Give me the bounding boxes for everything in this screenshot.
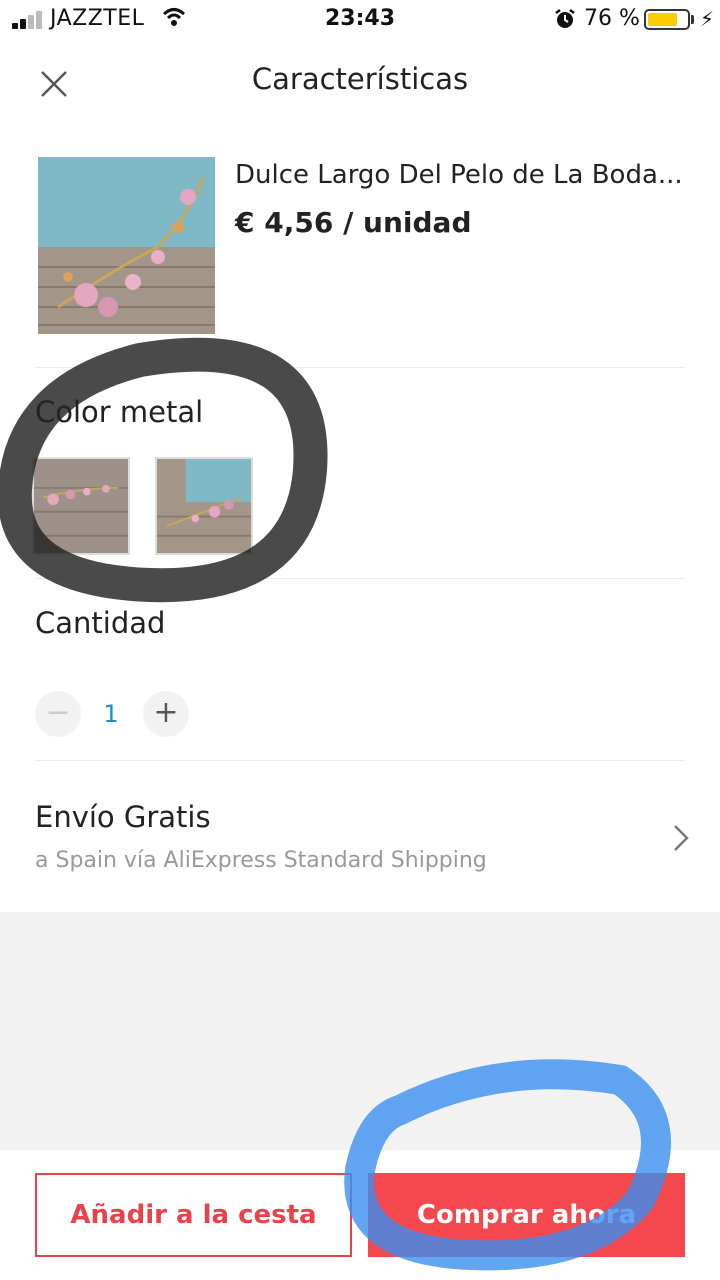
alarm-icon: [554, 8, 576, 36]
divider: [35, 578, 685, 579]
battery-tip: [691, 15, 694, 24]
add-to-cart-button[interactable]: Añadir a la cesta: [35, 1173, 352, 1257]
charging-icon: ⚡: [700, 7, 715, 31]
header: Características: [0, 52, 720, 112]
plus-icon: +: [153, 695, 179, 730]
shipping-title[interactable]: Envío Gratis: [35, 800, 211, 834]
chevron-right-icon[interactable]: [668, 822, 694, 854]
empty-area: [0, 912, 720, 1150]
divider: [35, 760, 685, 761]
battery-percent: 76 %: [584, 6, 640, 31]
product-name: Dulce Largo Del Pelo de La Boda...: [235, 160, 683, 190]
quantity-decrease-button[interactable]: −: [35, 691, 81, 737]
color-swatch-2[interactable]: [155, 457, 253, 555]
divider: [35, 367, 685, 368]
color-swatch-1[interactable]: [32, 457, 130, 555]
quantity-label: Cantidad: [35, 606, 166, 640]
color-label: Color metal: [35, 395, 204, 429]
shipping-subtitle[interactable]: a Spain vía AliExpress Standard Shipping: [35, 848, 487, 873]
quantity-value[interactable]: 1: [96, 700, 126, 728]
product-image: [38, 157, 215, 334]
product-price: € 4,56 / unidad: [235, 206, 472, 239]
buy-now-button[interactable]: Comprar ahora: [368, 1173, 685, 1257]
page-title: Características: [251, 62, 469, 96]
quantity-increase-button[interactable]: +: [143, 691, 189, 737]
battery-icon: [644, 9, 690, 30]
status-bar: JAZZTEL 23:43 76 % ⚡: [0, 0, 720, 40]
minus-icon: −: [45, 695, 71, 730]
